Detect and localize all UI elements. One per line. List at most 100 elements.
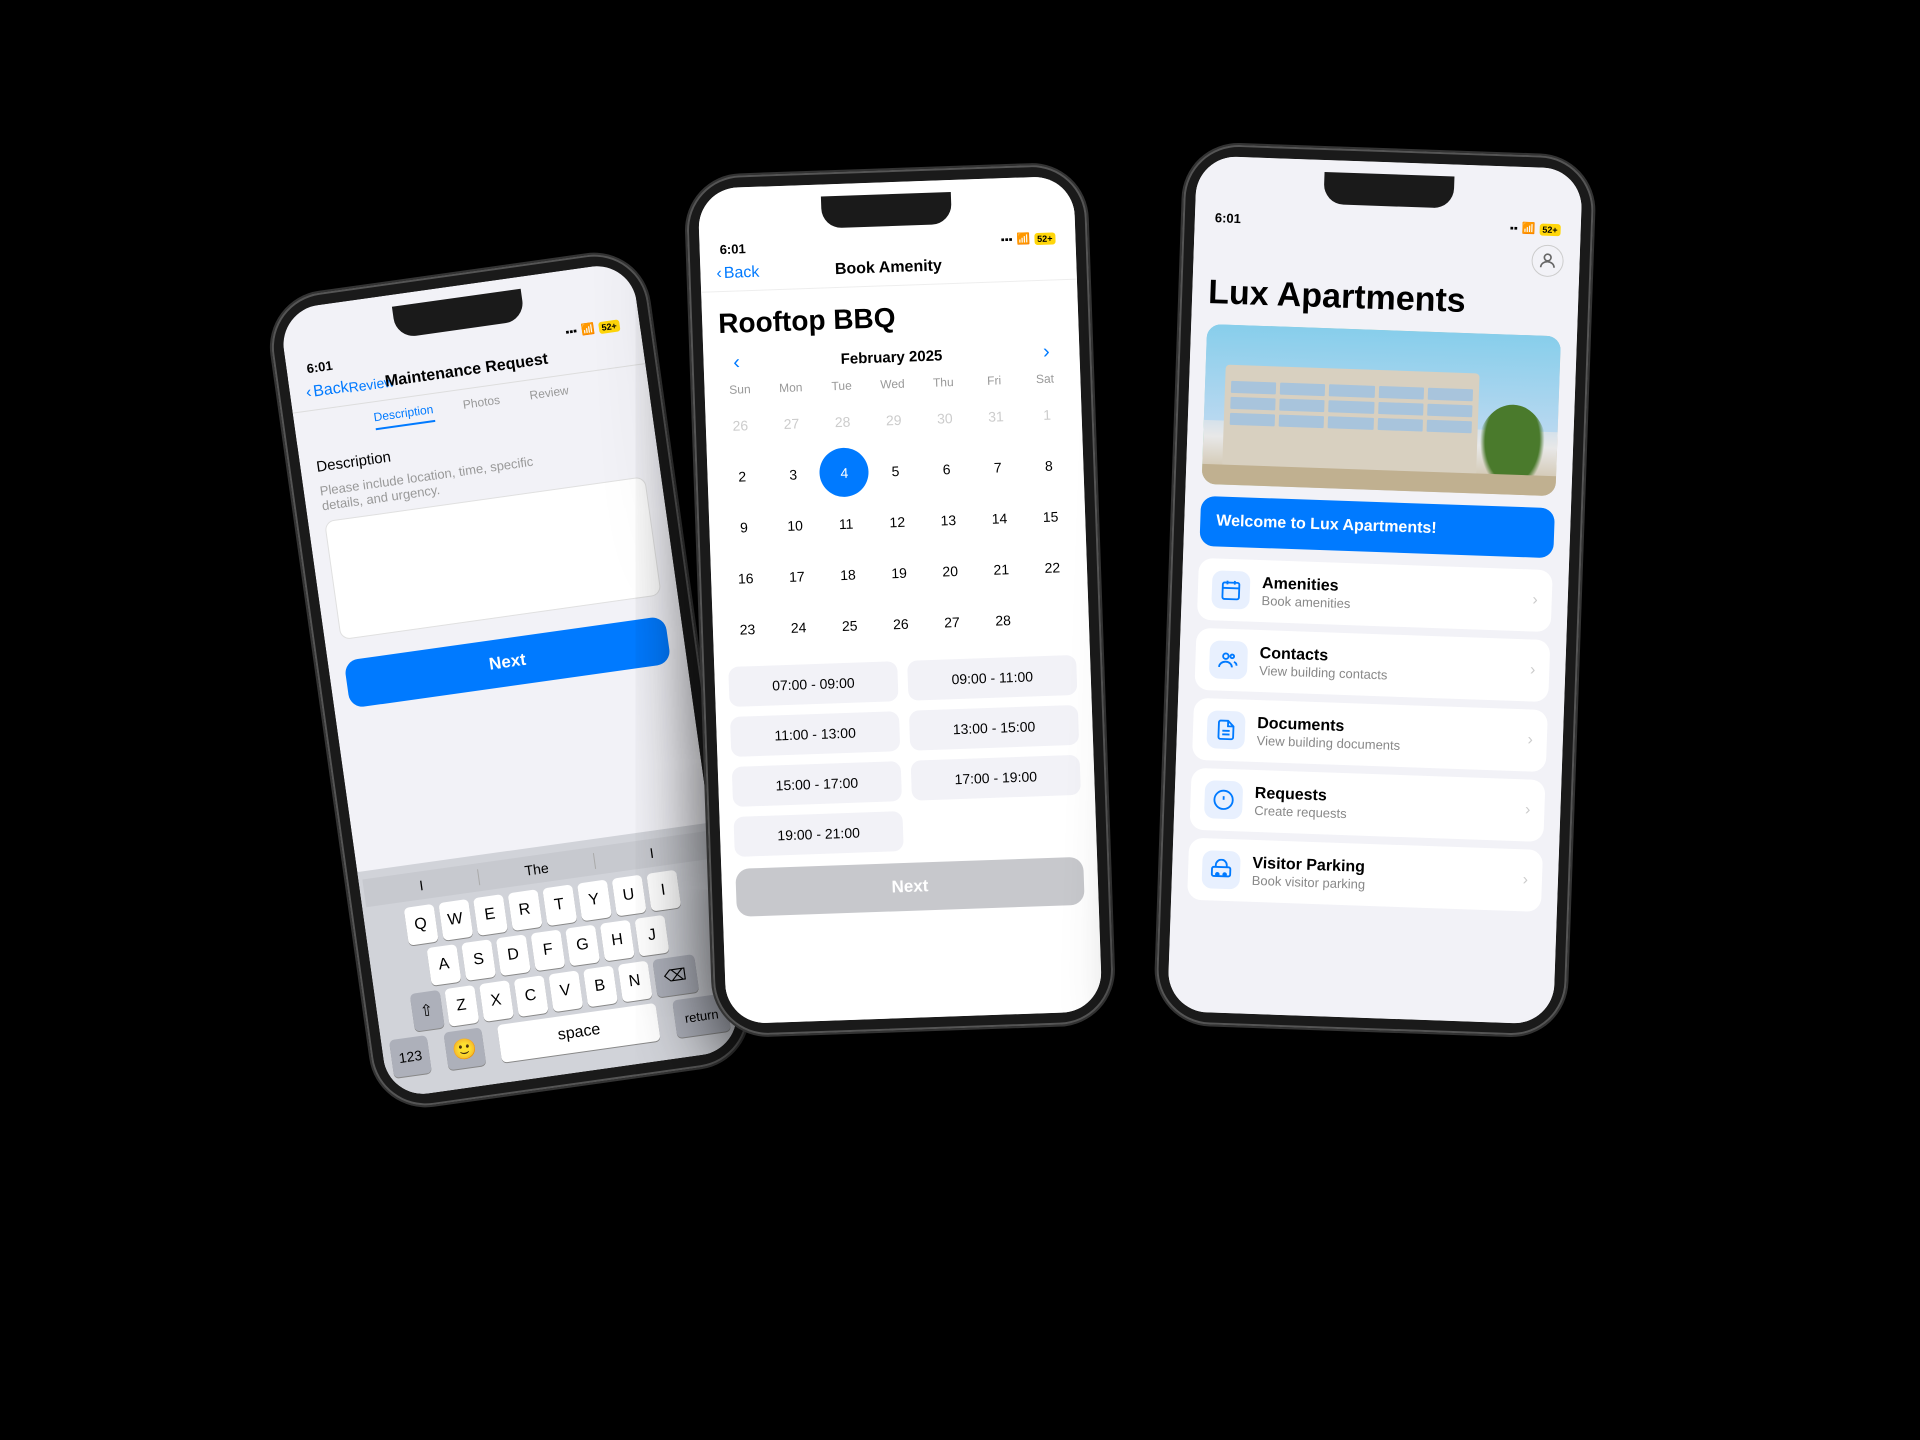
key-x[interactable]: X (479, 980, 514, 1022)
amenities-chevron-icon: › (1532, 592, 1538, 610)
key-g[interactable]: G (565, 925, 600, 967)
key-e[interactable]: E (473, 894, 508, 936)
cal-cell-26b[interactable]: 26 (875, 599, 926, 650)
timeslot-0700[interactable]: 07:00 - 09:00 (728, 661, 898, 707)
battery-badge-right: 52+ (1539, 223, 1561, 236)
cal-cell-1a[interactable]: 1 (1022, 389, 1073, 440)
key-z[interactable]: Z (444, 985, 479, 1027)
time-slots-grid: 07:00 - 09:00 09:00 - 11:00 11:00 - 13:0… (714, 642, 1097, 869)
key-n[interactable]: N (617, 961, 652, 1003)
cal-cell-16[interactable]: 16 (720, 553, 771, 604)
cal-cell-12[interactable]: 12 (872, 496, 923, 547)
cal-cell-30a[interactable]: 30 (919, 392, 970, 443)
contacts-chevron-icon: › (1530, 661, 1536, 679)
key-num[interactable]: 123 (389, 1035, 432, 1078)
key-r[interactable]: R (507, 889, 542, 931)
back-button-maintenance[interactable]: ‹ Back (305, 379, 350, 403)
calendar-next-button[interactable]: › (1031, 340, 1062, 364)
key-delete[interactable]: ⌫ (652, 954, 699, 997)
requests-text: Requests Create requests (1254, 784, 1514, 826)
cal-day-wed: Wed (867, 376, 918, 392)
cal-cell-5[interactable]: 5 (870, 445, 921, 496)
menu-item-visitor-parking[interactable]: Visitor Parking Book visitor parking › (1187, 838, 1543, 912)
back-button-book[interactable]: ‹ Back (716, 264, 760, 283)
documents-icon (1206, 710, 1245, 749)
visitor-parking-icon (1201, 850, 1240, 889)
menu-item-amenities[interactable]: Amenities Book amenities › (1197, 558, 1553, 632)
timeslot-1500[interactable]: 15:00 - 17:00 (732, 761, 902, 807)
cal-cell-15[interactable]: 15 (1025, 491, 1076, 542)
key-q[interactable]: Q (403, 904, 438, 946)
menu-item-documents[interactable]: Documents View building documents › (1192, 698, 1548, 772)
cal-day-thu: Thu (918, 374, 969, 390)
cal-cell-26a[interactable]: 26 (715, 400, 766, 451)
cal-cell-29a[interactable]: 29 (868, 394, 919, 445)
cal-cell-8[interactable]: 8 (1023, 440, 1074, 491)
cal-cell-13[interactable]: 13 (923, 495, 974, 546)
cal-cell-28a[interactable]: 28 (817, 396, 868, 447)
window (1328, 416, 1374, 430)
key-u[interactable]: U (611, 875, 646, 917)
key-f[interactable]: F (530, 929, 565, 971)
cal-cell-3[interactable]: 3 (768, 449, 819, 500)
cal-cell-19[interactable]: 19 (874, 548, 925, 599)
key-w[interactable]: W (438, 899, 473, 941)
chevron-left-icon: ‹ (305, 384, 313, 403)
contacts-text: Contacts View building contacts (1259, 645, 1519, 687)
contacts-icon (1209, 640, 1248, 679)
cal-cell-27a[interactable]: 27 (766, 398, 817, 449)
timeslot-1100[interactable]: 11:00 - 13:00 (730, 711, 900, 757)
key-s[interactable]: S (461, 939, 496, 981)
menu-item-requests[interactable]: Requests Create requests › (1190, 768, 1546, 842)
key-y[interactable]: Y (577, 880, 612, 922)
key-shift[interactable]: ⇧ (409, 990, 444, 1032)
phone-maintenance-screen: 6:01 ▪▪▪ 📶 52+ ‹ Back Maintenance Reques… (278, 261, 741, 1099)
key-t[interactable]: T (542, 884, 577, 926)
cal-cell-6[interactable]: 6 (921, 444, 972, 495)
user-avatar[interactable] (1531, 244, 1564, 277)
cal-cell-21[interactable]: 21 (976, 544, 1027, 595)
phones-container: 6:01 ▪▪▪ 📶 52+ ‹ Back Maintenance Reques… (310, 70, 1610, 1370)
key-d[interactable]: D (496, 934, 531, 976)
building-image (1202, 324, 1561, 496)
timeslot-1700[interactable]: 17:00 - 19:00 (911, 755, 1081, 801)
status-icons-mid: ▪▪▪ 📶 52+ (1001, 231, 1056, 246)
key-b[interactable]: B (583, 966, 618, 1008)
cal-cell-20[interactable]: 20 (925, 546, 976, 597)
amenities-text: Amenities Book amenities (1261, 575, 1521, 617)
cal-cell-27b[interactable]: 27 (927, 597, 978, 648)
calendar-month-year: February 2025 (840, 347, 942, 368)
cal-cell-11[interactable]: 11 (821, 498, 872, 549)
key-j[interactable]: J (634, 915, 669, 957)
key-i[interactable]: I (646, 870, 681, 912)
cal-cell-2[interactable]: 2 (717, 451, 768, 502)
cal-cell-23[interactable]: 23 (722, 604, 773, 655)
key-c[interactable]: C (513, 975, 548, 1017)
cal-cell-10[interactable]: 10 (770, 500, 821, 551)
key-emoji[interactable]: 🙂 (443, 1027, 486, 1070)
cal-cell-4-today[interactable]: 4 (819, 447, 870, 498)
cal-cell-14[interactable]: 14 (974, 493, 1025, 544)
timeslot-1900[interactable]: 19:00 - 21:00 (733, 811, 903, 857)
calendar-prev-button[interactable]: ‹ (721, 351, 752, 375)
window (1378, 386, 1424, 400)
timeslot-1300[interactable]: 13:00 - 15:00 (909, 705, 1079, 751)
cal-cell-9[interactable]: 9 (719, 502, 770, 553)
cal-cell-7[interactable]: 7 (972, 442, 1023, 493)
cal-cell-18[interactable]: 18 (823, 549, 874, 600)
timeslot-0900[interactable]: 09:00 - 11:00 (907, 655, 1077, 701)
cal-cell-25[interactable]: 25 (824, 600, 875, 651)
key-a[interactable]: A (427, 944, 462, 986)
window (1279, 399, 1325, 413)
cal-cell-24[interactable]: 24 (773, 602, 824, 653)
building-visual (1202, 324, 1561, 496)
signal-icon-mid: ▪▪▪ (1001, 233, 1013, 245)
cal-cell-22[interactable]: 22 (1027, 542, 1078, 593)
menu-item-contacts[interactable]: Contacts View building contacts › (1194, 628, 1550, 702)
window (1427, 388, 1473, 402)
cal-cell-28[interactable]: 28 (978, 595, 1029, 646)
cal-cell-31a[interactable]: 31 (971, 391, 1022, 442)
key-v[interactable]: V (548, 970, 583, 1012)
key-h[interactable]: H (600, 920, 635, 962)
cal-cell-17[interactable]: 17 (771, 551, 822, 602)
